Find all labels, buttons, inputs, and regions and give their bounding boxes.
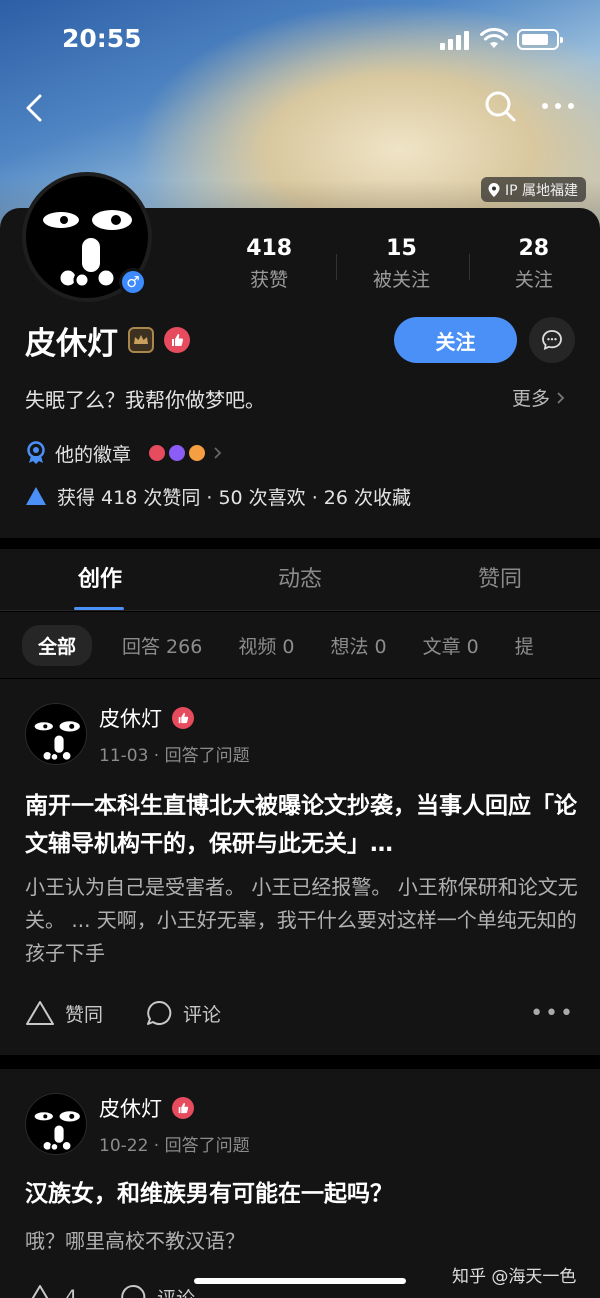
stat-value: 15 <box>386 236 417 261</box>
comment-icon <box>121 1284 146 1298</box>
avatar[interactable] <box>25 703 87 765</box>
avatar[interactable] <box>25 1093 87 1155</box>
filter-thoughts[interactable]: 想法 0 <box>330 632 386 659</box>
author-row: 皮休灯 11-03 · 回答了问题 <box>25 703 250 766</box>
wifi-icon <box>480 28 508 48</box>
agree-count: 4 <box>65 1286 78 1298</box>
chevron-right-icon <box>214 447 222 459</box>
medal-icon <box>27 441 45 464</box>
feed-card[interactable]: 皮休灯 11-03 · 回答了问题 南开一本科生直博北大被曝论文抄袭，当事人回应… <box>0 679 600 1055</box>
tab-upvotes[interactable]: 赞同 <box>400 549 600 610</box>
stat-followers[interactable]: 15 被关注 <box>335 236 467 296</box>
post-title[interactable]: 南开一本科生直博北大被曝论文抄袭，当事人回应「论文辅导机构干的，保研与此无关」… <box>25 787 580 863</box>
filter-more[interactable]: 提 <box>515 632 534 659</box>
filter-all[interactable]: 全部 <box>22 624 93 666</box>
content-tabs: 创作 动态 赞同 <box>0 549 600 611</box>
message-button[interactable] <box>529 317 575 363</box>
thumbs-up-badge-icon <box>172 707 194 729</box>
battery-icon <box>517 29 563 50</box>
crown-badge-icon[interactable] <box>128 327 154 353</box>
avatar-face-icon <box>34 721 80 762</box>
watermark: 知乎 @海天一色 <box>452 1267 577 1287</box>
badges-row[interactable]: 他的徽章 <box>25 439 222 467</box>
tab-activity[interactable]: 动态 <box>200 549 400 610</box>
tab-creations[interactable]: 创作 <box>0 549 200 610</box>
post-meta: 10-22 · 回答了问题 <box>99 1136 250 1156</box>
more-options-icon[interactable] <box>540 95 576 117</box>
filter-articles[interactable]: 文章 0 <box>423 632 479 659</box>
filter-chips: 全部 回答 266 视频 0 想法 0 文章 0 提 <box>0 612 600 678</box>
chat-bubble-icon <box>542 330 562 350</box>
post-title[interactable]: 汉族女，和维族男有可能在一起吗？ <box>25 1175 580 1213</box>
divider <box>336 254 337 280</box>
comment-button[interactable]: 评论 <box>145 999 221 1027</box>
stat-label: 关注 <box>514 269 553 291</box>
profile-bio: 失眠了么？我帮你做梦吧。 <box>25 388 265 412</box>
comment-button[interactable]: 评论 <box>119 1283 195 1298</box>
stat-label: 获赞 <box>250 269 289 291</box>
post-actions: 赞同 评论 ••• <box>25 997 575 1029</box>
ip-location-badge: IP 属地福建 <box>481 177 587 202</box>
cellular-signal-icon <box>440 30 469 50</box>
filter-videos[interactable]: 视频 0 <box>238 632 294 659</box>
profile-name: 皮休灯 <box>25 325 118 362</box>
avatar-face-icon <box>34 1111 80 1152</box>
upvote-outline-icon <box>31 1285 49 1298</box>
stat-following[interactable]: 28 关注 <box>468 236 600 296</box>
author-row: 皮休灯 10-22 · 回答了问题 <box>25 1093 250 1156</box>
like-badge-icon <box>149 445 166 461</box>
post-excerpt[interactable]: 哦？哪里高校不教汉语？ <box>25 1225 580 1258</box>
stat-likes-received[interactable]: 418 获赞 <box>203 236 335 296</box>
profile-stats: 418 获赞 15 被关注 28 关注 <box>203 236 600 296</box>
status-bar: 20:55 <box>0 0 600 80</box>
edit-badge-icon <box>169 445 186 461</box>
agree-button[interactable]: 赞同 <box>25 1000 103 1027</box>
agree-button[interactable]: 4 <box>25 1284 77 1298</box>
search-icon[interactable] <box>482 88 518 124</box>
comment-icon <box>147 1000 172 1025</box>
post-excerpt[interactable]: 小王认为自己是受害者。 小王已经报警。 小王称保研和论文无关。 ... 天啊，小… <box>25 871 580 970</box>
thumbs-up-badge-icon[interactable] <box>164 327 190 353</box>
chevron-right-icon <box>557 391 565 404</box>
profile-name-row: 皮休灯 <box>25 318 190 362</box>
more-link[interactable]: 更多 <box>512 384 565 411</box>
post-meta: 11-03 · 回答了问题 <box>99 746 250 766</box>
filter-answers[interactable]: 回答 266 <box>122 632 202 659</box>
agree-summary-text: 获得 418 次赞同 · 50 次喜欢 · 26 次收藏 <box>57 486 412 509</box>
author-name-row: 皮休灯 <box>99 1093 250 1123</box>
status-time: 20:55 <box>62 24 142 53</box>
upvote-outline-icon <box>26 1001 54 1025</box>
author-name[interactable]: 皮休灯 <box>99 703 162 733</box>
author-name-row: 皮休灯 <box>99 703 250 733</box>
comment-label: 评论 <box>183 1003 222 1026</box>
stat-label: 被关注 <box>372 269 430 291</box>
thumbs-up-badge-icon <box>172 1097 194 1119</box>
agree-summary-row: 获得 418 次赞同 · 50 次喜欢 · 26 次收藏 <box>25 482 411 510</box>
gender-male-icon: ♂ <box>119 268 147 296</box>
more-label: 更多 <box>512 388 551 410</box>
author-name[interactable]: 皮休灯 <box>99 1093 162 1123</box>
author-meta: 皮休灯 10-22 · 回答了问题 <box>99 1093 250 1156</box>
divider <box>469 254 470 280</box>
follow-button[interactable]: 关注 <box>394 317 517 363</box>
comment-label: 评论 <box>157 1284 195 1298</box>
author-meta: 皮休灯 11-03 · 回答了问题 <box>99 703 250 766</box>
badges-label: 他的徽章 <box>55 443 132 466</box>
stat-value: 418 <box>246 236 293 261</box>
agree-label: 赞同 <box>65 1003 104 1026</box>
badge-list <box>149 445 206 461</box>
ip-location-text: IP 属地福建 <box>505 182 579 199</box>
home-indicator[interactable] <box>194 1278 406 1284</box>
location-pin-icon <box>488 182 500 197</box>
post-more-icon[interactable]: ••• <box>530 1001 575 1026</box>
stat-value: 28 <box>518 236 550 261</box>
user-badge-icon <box>189 445 206 461</box>
upvote-triangle-icon <box>26 487 46 505</box>
back-arrow-icon[interactable] <box>20 88 52 128</box>
